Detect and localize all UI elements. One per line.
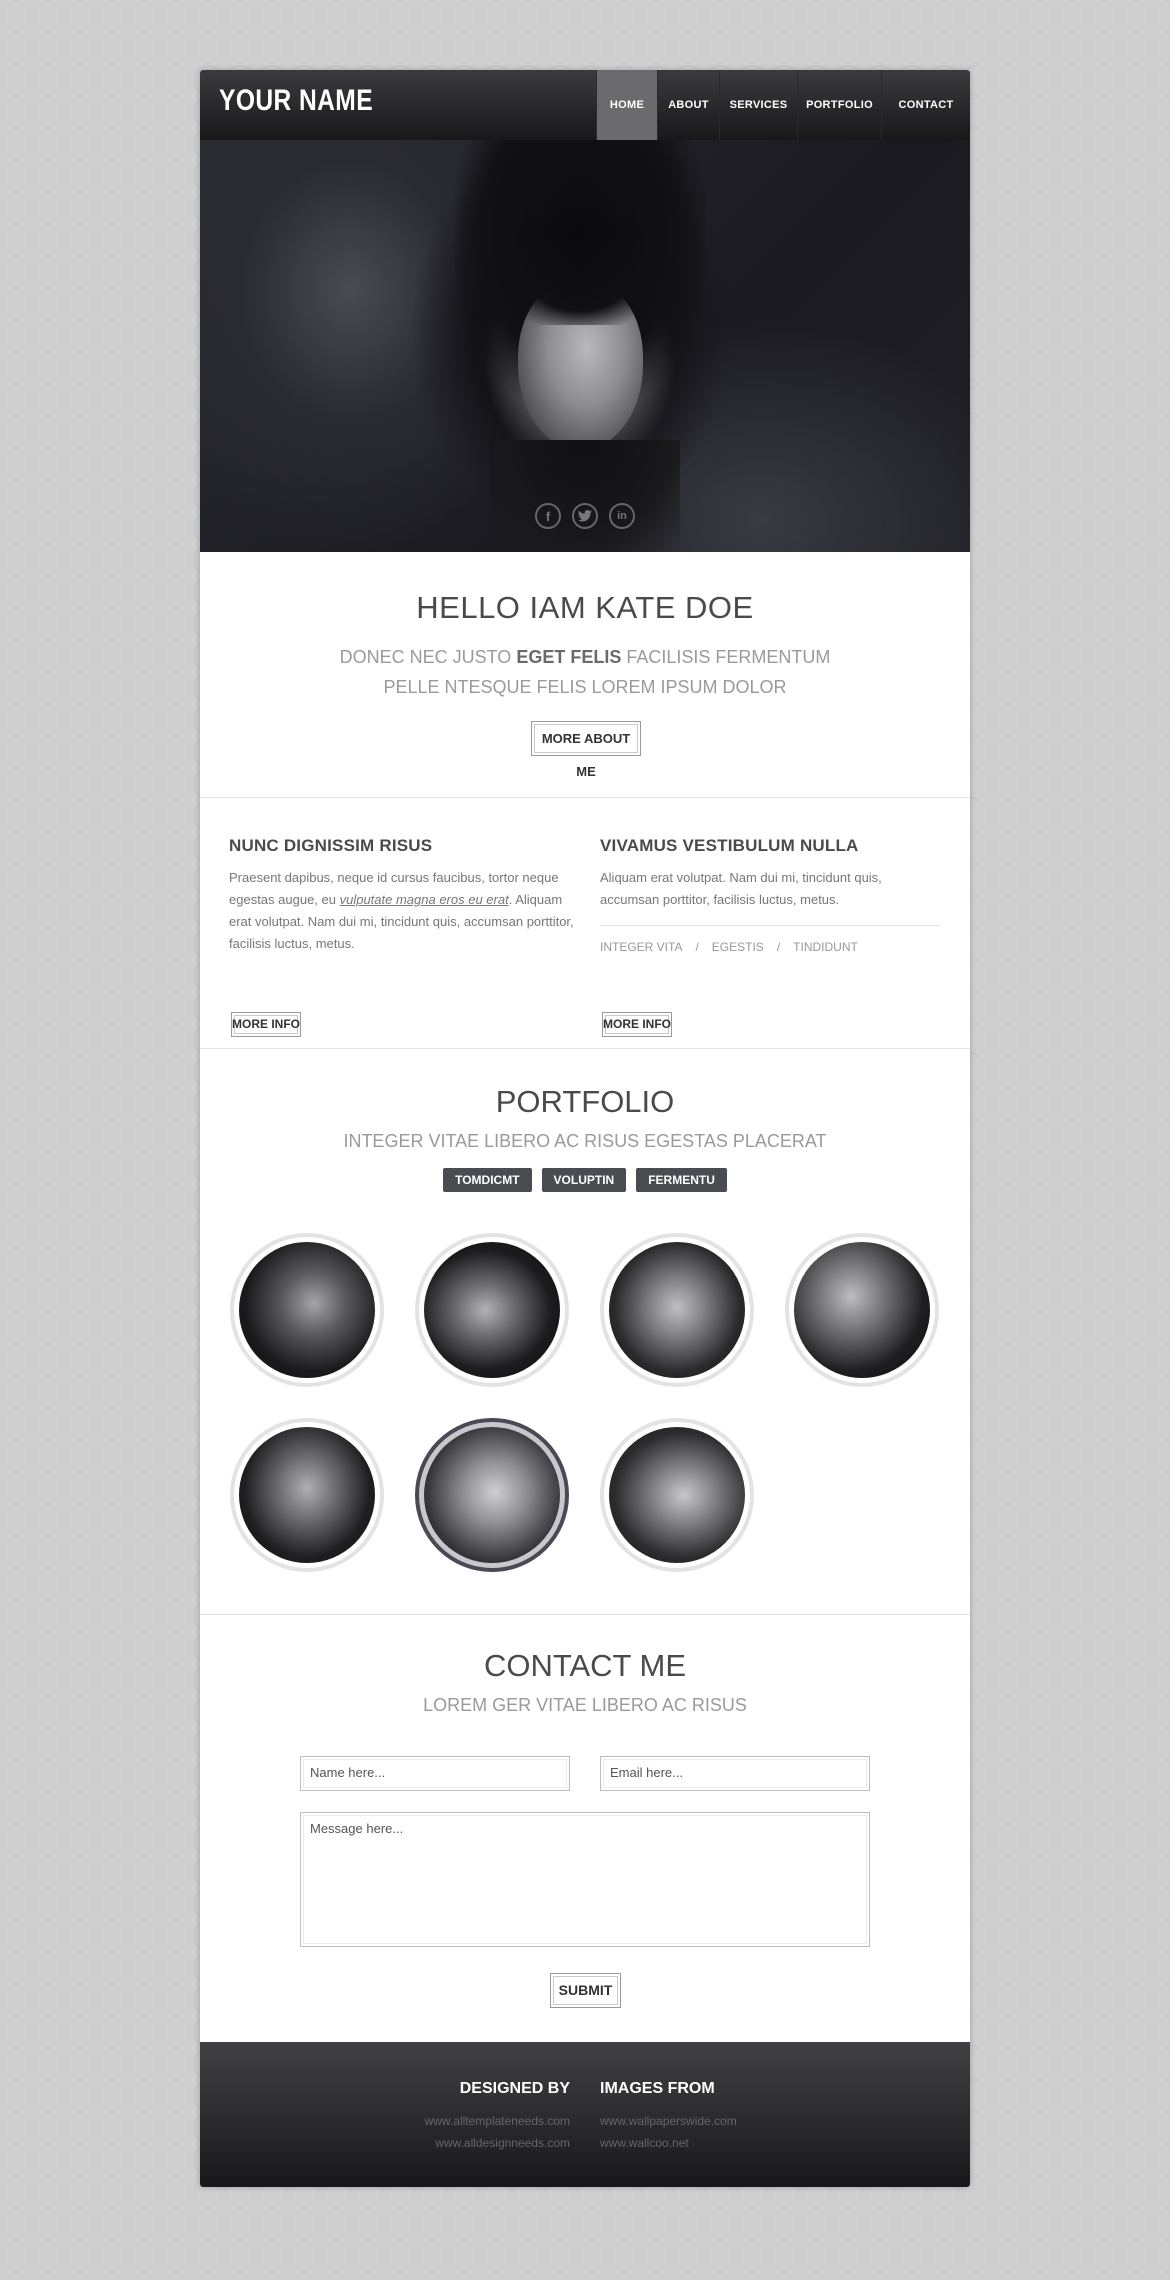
portfolio-item[interactable]: [600, 1418, 754, 1572]
portfolio-section: PORTFOLIO INTEGER VITAE LIBERO AC RISUS …: [200, 1049, 970, 1615]
feature-tags: INTEGER VITA / EGESTIS / TINDIDUNT: [600, 925, 940, 954]
contact-subtitle: LOREM GER VITAE LIBERO AC RISUS: [423, 1695, 747, 1715]
facebook-icon[interactable]: f: [535, 503, 561, 529]
feature-title-2: VIVAMUS VESTIBULUM NULLA: [600, 836, 859, 855]
features-section: NUNC DIGNISSIM RISUS Praesent dapibus, n…: [200, 798, 970, 1049]
feature-text-1-link[interactable]: vulputate magna eros eu erat: [340, 892, 509, 907]
feature-text-1: Praesent dapibus, neque id cursus faucib…: [229, 867, 579, 955]
twitter-bird-glyph: [578, 510, 592, 522]
tag-item[interactable]: EGESTIS: [712, 940, 764, 954]
intro-title: HELLO IAM KATE DOE: [416, 590, 754, 625]
message-field[interactable]: Message here...: [300, 1812, 870, 1947]
name-field[interactable]: Name here...: [300, 1756, 570, 1791]
site-logo[interactable]: YOUR NAME: [219, 84, 373, 118]
nav-about[interactable]: ABOUT: [657, 70, 719, 140]
tag-separator: /: [776, 940, 781, 954]
feature-column-2: VIVAMUS VESTIBULUM NULLA Aliquam erat vo…: [600, 836, 940, 1037]
intro-lead: DONEC NEC JUSTO EGET FELIS FACILISIS FER…: [200, 642, 970, 702]
portfolio-photo: [239, 1242, 375, 1378]
portfolio-photo: [609, 1242, 745, 1378]
email-field[interactable]: Email here...: [600, 1756, 870, 1791]
nav-portfolio[interactable]: PORTFOLIO: [797, 70, 881, 140]
portfolio-filters: TOMDICMT VOLUPTIN FERMENTU: [200, 1168, 970, 1192]
portfolio-photo: [609, 1427, 745, 1563]
portfolio-photo: [424, 1242, 560, 1378]
portfolio-title: PORTFOLIO: [495, 1084, 675, 1119]
intro-line2: PELLE NTESQUE FELIS LOREM IPSUM DOLOR: [383, 677, 787, 697]
nav-home[interactable]: HOME: [596, 70, 657, 140]
submit-button[interactable]: SUBMIT: [550, 1973, 621, 2008]
filter-button[interactable]: FERMENTU: [636, 1168, 727, 1192]
main-nav: HOME ABOUT SERVICES PORTFOLIO CONTACT: [596, 70, 970, 140]
filter-button[interactable]: VOLUPTIN: [541, 1168, 627, 1192]
twitter-icon[interactable]: [572, 503, 598, 529]
hero-photo-fringe: [495, 210, 665, 325]
tag-separator: /: [695, 940, 699, 954]
portfolio-photo: [239, 1427, 375, 1563]
contact-title: CONTACT ME: [483, 1648, 687, 1683]
feature-column-1: NUNC DIGNISSIM RISUS Praesent dapibus, n…: [229, 836, 579, 1037]
filter-button[interactable]: TOMDICMT: [443, 1168, 532, 1192]
contact-section: CONTACT ME LOREM GER VITAE LIBERO AC RIS…: [200, 1615, 970, 2044]
portfolio-item[interactable]: [785, 1233, 939, 1387]
footer-images-from-title: IMAGES FROM: [600, 2080, 715, 2097]
portfolio-photo: [794, 1242, 930, 1378]
footer-images-from: IMAGES FROM www.wallpaperswide.com www.w…: [600, 2080, 737, 2154]
portfolio-item[interactable]: [230, 1233, 384, 1387]
intro-line1-pre: DONEC NEC JUSTO: [339, 647, 517, 667]
more-info-button-1[interactable]: MORE INFO: [231, 1012, 301, 1037]
footer-designed-by: DESIGNED BY www.alltemplateneeds.com www…: [425, 2080, 570, 2154]
intro-line1-bold: EGET FELIS: [516, 647, 622, 667]
hero-photo-collar: [490, 440, 680, 552]
footer-link[interactable]: www.alltemplateneeds.com: [425, 2110, 570, 2132]
site-footer: DESIGNED BY www.alltemplateneeds.com www…: [200, 2042, 970, 2187]
portfolio-photo: [424, 1427, 560, 1563]
site-header: YOUR NAME HOME ABOUT SERVICES PORTFOLIO …: [200, 70, 970, 140]
portfolio-subtitle: INTEGER VITAE LIBERO AC RISUS EGESTAS PL…: [343, 1131, 827, 1151]
portfolio-item[interactable]: [230, 1418, 384, 1572]
hero-banner: f in: [200, 140, 970, 552]
more-info-button-2[interactable]: MORE INFO: [602, 1012, 672, 1037]
portfolio-item[interactable]: [600, 1233, 754, 1387]
page: YOUR NAME HOME ABOUT SERVICES PORTFOLIO …: [200, 70, 970, 2187]
portfolio-item[interactable]: [415, 1233, 569, 1387]
footer-link[interactable]: www.wallcoo.net: [600, 2132, 737, 2154]
footer-link[interactable]: www.alldesignneeds.com: [425, 2132, 570, 2154]
footer-designed-by-title: DESIGNED BY: [459, 2080, 570, 2097]
tag-item[interactable]: TINDIDUNT: [793, 940, 858, 954]
feature-text-2: Aliquam erat volutpat. Nam dui mi, tinci…: [600, 870, 882, 907]
tag-item[interactable]: INTEGER VITA: [600, 940, 682, 954]
social-links: f in: [200, 503, 970, 529]
intro-line1-post: FACILISIS FERMENTUM: [621, 647, 831, 667]
footer-link[interactable]: www.wallpaperswide.com: [600, 2110, 737, 2132]
nav-contact[interactable]: CONTACT: [881, 70, 970, 140]
more-about-me-button[interactable]: MORE ABOUT ME: [531, 721, 641, 779]
nav-services[interactable]: SERVICES: [719, 70, 797, 140]
intro-section: HELLO IAM KATE DOE DONEC NEC JUSTO EGET …: [200, 552, 970, 798]
feature-title-1: NUNC DIGNISSIM RISUS: [229, 836, 433, 855]
portfolio-item[interactable]: [415, 1418, 569, 1572]
linkedin-icon[interactable]: in: [609, 503, 635, 529]
